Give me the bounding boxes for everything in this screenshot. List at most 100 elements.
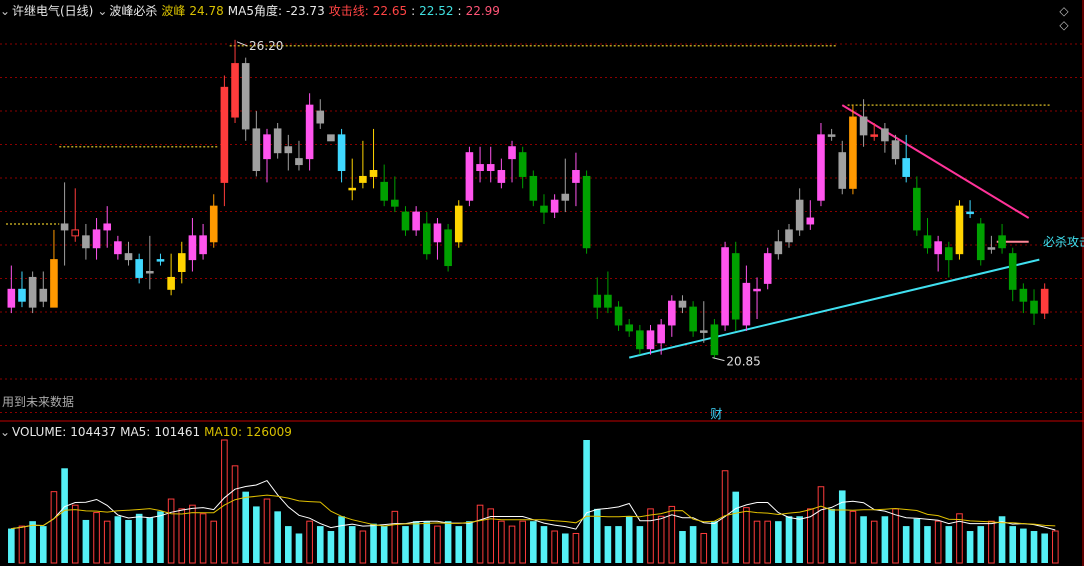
volume-bar — [423, 521, 431, 563]
volume-bar — [913, 518, 921, 563]
candle-body — [721, 247, 729, 326]
candle-body — [369, 170, 378, 177]
volume-bar — [370, 523, 377, 563]
candle-body — [604, 294, 612, 308]
candle-body — [710, 324, 719, 356]
volume-bar — [359, 530, 367, 564]
volume-bar — [508, 525, 516, 564]
candle-body — [18, 288, 26, 302]
volume-bar — [338, 516, 345, 563]
candle-body — [231, 63, 239, 118]
volume-bar — [434, 525, 441, 564]
candle-body — [156, 259, 165, 262]
vol-ma5-value: 101461 — [154, 425, 201, 439]
candle-body — [103, 223, 112, 231]
volume-bar — [530, 521, 537, 563]
candle-body — [486, 164, 495, 172]
volume-bar — [732, 491, 740, 563]
candle-body — [433, 223, 442, 243]
candle-body — [955, 205, 964, 255]
volume-bar — [1030, 531, 1038, 563]
indicator-name[interactable]: 波峰必杀 — [109, 4, 157, 18]
volume-bar — [402, 526, 409, 563]
ma5-angle-value: -23.73 — [286, 4, 325, 18]
candle-body — [50, 259, 58, 308]
volume-bar — [977, 526, 985, 563]
candle-body — [273, 128, 282, 154]
candle-body — [401, 211, 410, 231]
candle-body — [220, 86, 229, 183]
volume-bar — [29, 521, 36, 563]
volume-bar — [849, 510, 857, 564]
volume-bar — [593, 508, 601, 563]
chart-canvas[interactable]: 26.20 20.85 财 必杀攻击 — [0, 0, 1084, 566]
candle-body — [689, 306, 697, 332]
chevron-down-icon[interactable]: ⌄ — [0, 0, 10, 22]
high-price-label: 26.20 — [249, 39, 283, 53]
candle-body — [806, 217, 815, 225]
volume-bar — [178, 508, 186, 564]
volume-bar — [285, 526, 292, 563]
bofeng-value: 24.78 — [189, 4, 224, 18]
volume-bar — [817, 486, 825, 564]
volume-bar — [743, 507, 750, 564]
candle-body — [454, 205, 463, 243]
candle-body — [114, 241, 122, 255]
cai-label: 财 — [710, 407, 722, 421]
volume-bar — [870, 520, 878, 564]
candle-body — [753, 288, 761, 292]
chevron-down-icon[interactable]: ⌄ — [97, 0, 107, 22]
volume-bar — [881, 516, 889, 563]
candle-body — [7, 288, 16, 308]
candle-body — [795, 199, 804, 231]
volume-bar — [306, 520, 313, 564]
volume-bar — [966, 531, 974, 563]
attack-line-label: 攻击线: — [328, 4, 369, 18]
volume-bar — [50, 491, 58, 564]
chevron-down-icon[interactable]: ⌄ — [0, 421, 10, 443]
volume-bar — [274, 511, 281, 563]
candle-body — [614, 306, 623, 326]
volume-bar — [444, 521, 452, 563]
volume-bar — [498, 520, 505, 564]
candle-body — [252, 128, 261, 172]
volume-series[interactable] — [8, 439, 1059, 564]
volume-bar — [18, 525, 26, 564]
candle-body — [391, 199, 399, 207]
candle-body — [337, 134, 346, 172]
volume-bar — [391, 510, 399, 564]
candle-body — [167, 276, 175, 290]
scroll-down-icon[interactable]: ◇ — [1052, 18, 1076, 32]
attack-value-1: 22.65 — [372, 4, 408, 18]
candle-body — [39, 288, 48, 302]
volume-bar — [210, 520, 218, 564]
candle-body — [944, 247, 953, 261]
low-pointer — [712, 357, 725, 362]
candle-body — [902, 158, 910, 177]
candle-body — [71, 229, 80, 237]
bofeng-label: 波峰 — [161, 4, 186, 18]
volume-bar — [103, 520, 111, 564]
volume-bar — [924, 526, 931, 563]
stock-name[interactable]: 许继电气(日线) — [12, 4, 93, 18]
volume-bar — [615, 526, 622, 563]
candlestick-series[interactable] — [7, 39, 1049, 358]
candle-body — [934, 241, 942, 255]
candle-body — [923, 235, 932, 249]
volume-bar — [838, 490, 846, 563]
volume-bar — [455, 526, 463, 563]
scroll-up-icon[interactable]: ◇ — [1052, 4, 1076, 18]
candle-body — [316, 110, 325, 124]
volume-bar — [711, 521, 718, 563]
volume-bar — [604, 526, 612, 563]
candle-body — [444, 229, 452, 267]
ma5-angle-label: MA5角度: — [227, 4, 283, 18]
volume-bar — [348, 526, 356, 563]
volume-bar — [231, 465, 239, 564]
volume-bar — [253, 506, 260, 563]
candle-body — [774, 241, 783, 255]
volume-bar — [189, 504, 196, 564]
candle-body — [870, 134, 879, 137]
low-price-label: 20.85 — [726, 355, 760, 369]
candle-body — [668, 300, 676, 326]
